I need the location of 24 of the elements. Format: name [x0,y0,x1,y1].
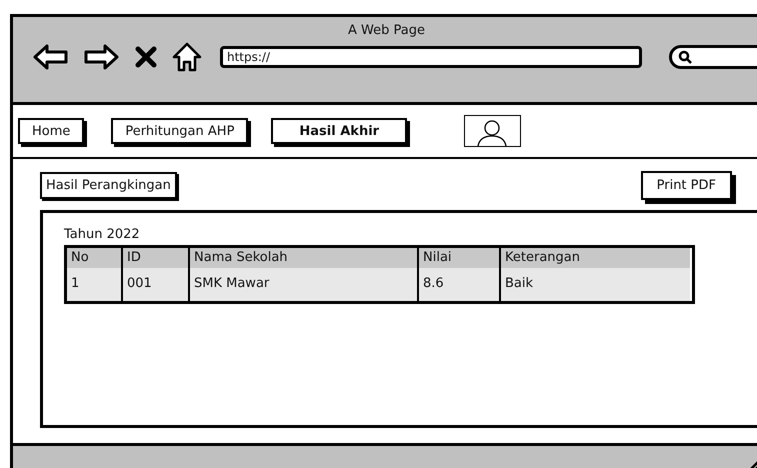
search-field[interactable] [669,45,757,69]
forward-arrow-icon[interactable] [83,44,119,70]
search-icon [678,50,692,64]
window-title: A Web Page [348,23,425,38]
table-cell: Baik [501,268,690,301]
avatar-icon [464,115,522,147]
home-icon[interactable] [172,42,202,72]
section-label: Hasil Perangkingan [40,172,177,199]
column-header: Nilai [419,248,501,268]
nav-tab[interactable]: Perhitungan AHP [111,118,248,144]
nav-tab[interactable]: Home [18,118,84,144]
column-header: ID [123,248,190,268]
column-header: Nama Sekolah [190,248,419,268]
table-cell: SMK Mawar [190,268,419,301]
close-icon[interactable] [135,46,157,68]
table-cell: 1 [67,268,123,301]
column-header: Keterangan [501,248,690,268]
back-arrow-icon[interactable] [33,44,69,70]
column-header: No [67,248,123,268]
year-label: Tahun 2022 [64,227,140,242]
address-field[interactable]: https:// [220,46,642,68]
nav-tab[interactable]: Hasil Akhir [271,118,408,144]
table-cell: 001 [123,268,190,301]
table-cell: 8.6 [419,268,501,301]
